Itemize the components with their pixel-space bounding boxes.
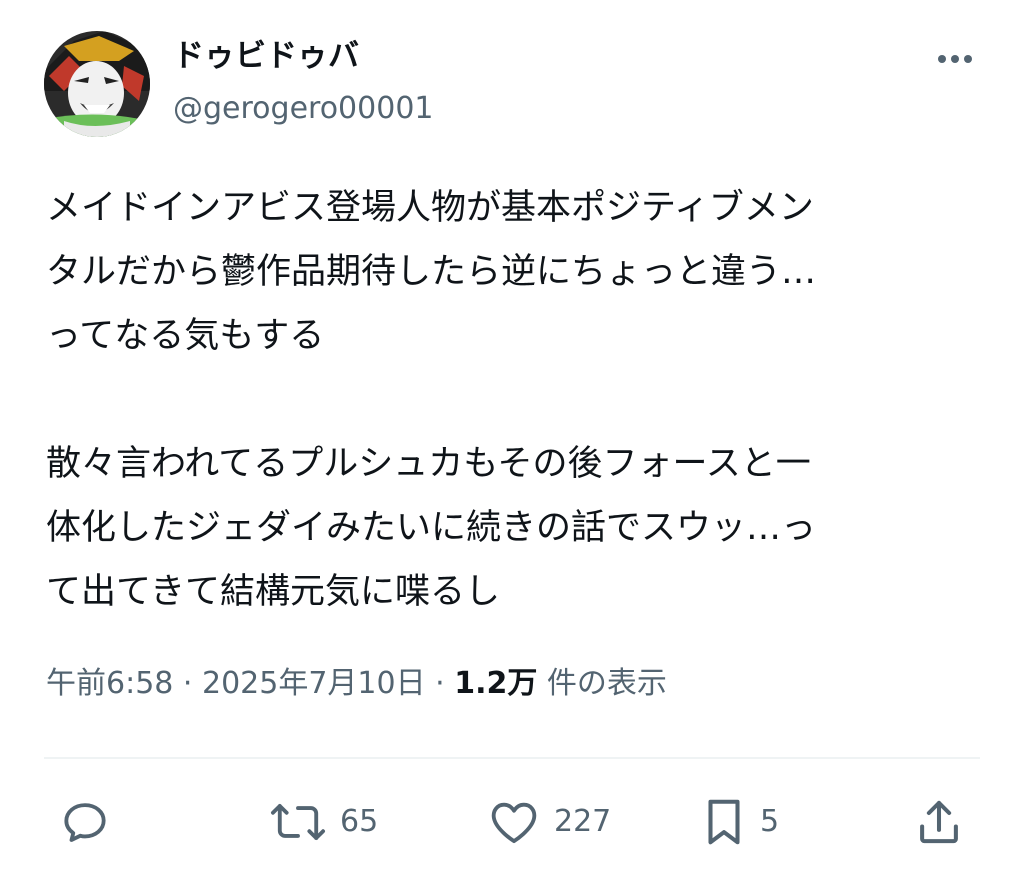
avatar[interactable]	[44, 31, 150, 137]
post-text-line: メイドインアビス登場人物が基本ポジティブメン	[46, 188, 814, 228]
user-handle[interactable]: @gerogero00001	[173, 89, 434, 129]
bookmark-count: 5	[760, 804, 780, 839]
retweet-icon	[271, 804, 325, 841]
retweet-button[interactable]: 65	[268, 790, 378, 854]
like-button[interactable]: 227	[486, 790, 611, 854]
post-date[interactable]: 2025年7月10日	[202, 666, 426, 701]
post-text-line: て出てきて結構元気に喋るし	[46, 572, 500, 612]
post-text-line: ってなる気もする	[46, 316, 325, 356]
views-label: 件の表示	[537, 666, 667, 701]
post-text-line: 体化したジェダイみたいに続きの話でスウッ…っ	[46, 508, 817, 548]
post-text-line: 散々言われてるプルシュカもその後フォースと一	[46, 444, 811, 484]
display-name[interactable]: ドゥビドゥバ	[173, 36, 359, 76]
reply-icon	[64, 803, 106, 842]
bookmark-button[interactable]: 5	[700, 790, 779, 854]
meta-separator: ·	[425, 666, 455, 701]
heart-icon	[491, 802, 537, 844]
like-count: 227	[554, 804, 612, 839]
post-text: メイドインアビス登場人物が基本ポジティブメン タルだから鬱作品期待したら逆にちょ…	[46, 176, 986, 624]
action-bar: 65 227 5	[0, 790, 1024, 854]
reply-button[interactable]	[58, 790, 124, 854]
share-button[interactable]	[912, 790, 966, 854]
post-meta: 午前6:58 · 2025年7月10日 · 1.2万 件の表示	[46, 660, 667, 708]
share-icon	[920, 800, 958, 844]
more-horizontal-icon	[938, 55, 972, 63]
bookmark-icon	[708, 799, 740, 845]
views-count[interactable]: 1.2万	[454, 666, 537, 701]
retweet-count: 65	[340, 804, 379, 839]
avatar-image	[44, 31, 150, 137]
meta-separator: ·	[173, 666, 202, 701]
post-text-line: タルだから鬱作品期待したら逆にちょっと違う…	[46, 252, 817, 292]
post-time[interactable]: 午前6:58	[46, 666, 173, 701]
tweet: ドゥビドゥバ @gerogero00001 メイドインアビス登場人物が基本ポジテ…	[0, 0, 1024, 887]
divider	[44, 757, 980, 759]
more-options-button[interactable]	[930, 44, 980, 74]
